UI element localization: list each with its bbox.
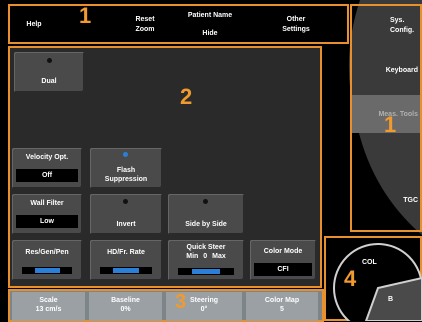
hd-fr-rate-label: HD/Fr. Rate (107, 249, 145, 256)
dual-button[interactable]: Dual (14, 52, 84, 92)
color-map-control[interactable]: Color Map 5 (246, 292, 318, 321)
scale-value: 13 cm/s (35, 306, 62, 313)
dual-label: Dual (41, 78, 57, 85)
dual-indicator (47, 58, 52, 63)
mode-b-button[interactable]: B (388, 296, 393, 303)
mode-dial[interactable] (326, 238, 422, 321)
callout-1-right: 1 (384, 112, 397, 137)
scale-label: Scale (39, 297, 58, 304)
wall-filter-value: Low (16, 215, 78, 228)
flash-suppression-button[interactable]: Flash Suppression (90, 148, 162, 188)
side-by-side-button[interactable]: Side by Side (168, 194, 244, 234)
reset-zoom-button[interactable]: Reset Zoom (116, 8, 174, 42)
hd-fr-rate-control[interactable]: HD/Fr. Rate (90, 240, 162, 280)
callout-2: 2 (180, 84, 193, 109)
callout-1-top: 1 (79, 3, 92, 28)
res-gen-pen-slider-fill (34, 268, 60, 273)
hd-fr-rate-slider[interactable] (100, 267, 152, 274)
flash-suppression-indicator (123, 152, 128, 157)
keyboard-button[interactable]: Keyboard (350, 54, 422, 86)
sys-config-button[interactable]: Sys. Config. (350, 10, 422, 42)
baseline-value: 0% (120, 306, 131, 313)
tgc-button[interactable]: TGC (350, 184, 422, 216)
callout-4: 4 (344, 266, 357, 291)
side-by-side-indicator (203, 199, 208, 204)
res-gen-pen-slider[interactable] (22, 267, 72, 274)
help-button[interactable]: Help (14, 8, 54, 42)
invert-button[interactable]: Invert (90, 194, 162, 234)
sys-config-label: Sys. Config. (390, 17, 415, 34)
quick-steer-control[interactable]: Quick Steer Min 0 Max (168, 240, 244, 280)
reset-zoom-label: Reset Zoom (135, 16, 155, 33)
color-mode-label: Color Mode (263, 248, 303, 255)
color-mode-value: CFI (254, 263, 312, 276)
quick-steer-range: Min 0 Max (168, 252, 244, 261)
flash-suppression-label: Flash Suppression (104, 167, 148, 183)
quick-steer-value: 0 (203, 253, 208, 260)
velocity-opt-label: Velocity Opt. (25, 154, 69, 161)
help-label: Help (26, 21, 42, 28)
res-gen-pen-control[interactable]: Res/Gen/Pen (12, 240, 82, 280)
quick-steer-label: Quick Steer (186, 244, 226, 251)
baseline-control[interactable]: Baseline 0% (89, 292, 162, 321)
baseline-label: Baseline (111, 297, 140, 304)
mode-col-button[interactable]: COL (362, 259, 377, 266)
patient-name-hide-button[interactable]: Patient Name Hide (176, 8, 244, 42)
hide-label: Hide (202, 30, 218, 37)
res-gen-pen-label: Res/Gen/Pen (25, 249, 69, 256)
velocity-opt-control[interactable]: Velocity Opt. Off (12, 148, 82, 188)
patient-name-label: Patient Name (187, 12, 233, 19)
callout-3: 3 (175, 291, 187, 313)
invert-indicator (123, 199, 128, 204)
quick-steer-min-label: Min (186, 253, 199, 260)
wall-filter-label: Wall Filter (30, 200, 64, 207)
velocity-opt-value: Off (16, 169, 78, 182)
keyboard-label: Keyboard (385, 66, 418, 74)
hd-fr-rate-slider-fill (113, 268, 139, 273)
color-map-label: Color Map (264, 297, 300, 304)
quick-steer-slider-fill (192, 269, 220, 274)
wall-filter-control[interactable]: Wall Filter Low (12, 194, 82, 234)
tgc-label: TGC (403, 196, 418, 204)
quick-steer-slider[interactable] (178, 268, 234, 275)
invert-label: Invert (116, 221, 136, 228)
side-by-side-label: Side by Side (185, 221, 227, 228)
scale-control[interactable]: Scale 13 cm/s (12, 292, 85, 321)
quick-steer-max-label: Max (212, 253, 226, 260)
color-map-value: 5 (280, 306, 284, 313)
color-mode-control[interactable]: Color Mode CFI (250, 240, 316, 280)
